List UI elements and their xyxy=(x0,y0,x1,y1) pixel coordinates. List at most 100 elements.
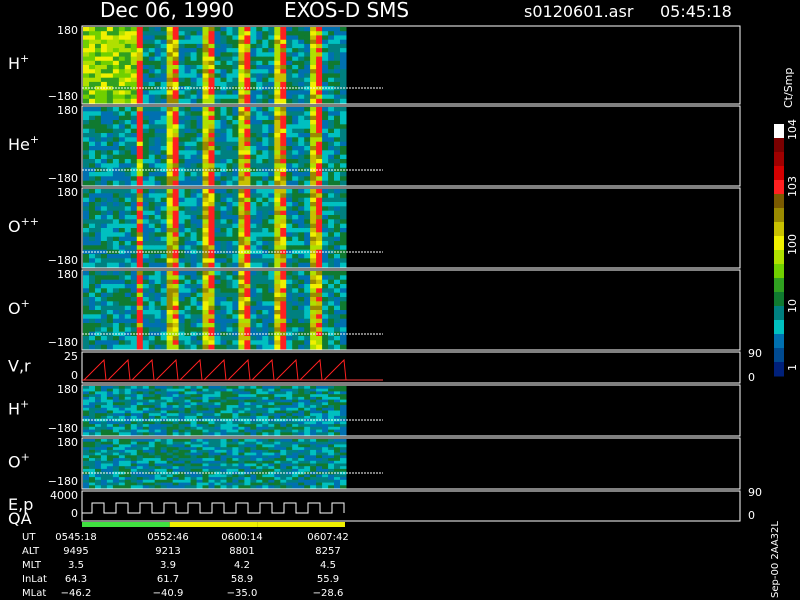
spectrogram-cell xyxy=(250,254,257,259)
spectrogram-cell xyxy=(250,210,257,216)
spectrogram-cell xyxy=(214,402,221,406)
spectrogram-cell xyxy=(316,236,323,242)
spectrogram-cell xyxy=(184,336,192,341)
spectrogram-cell xyxy=(172,479,180,483)
spectrogram-cell xyxy=(118,73,126,79)
spectrogram-cell xyxy=(322,98,329,104)
spectrogram-cell xyxy=(322,120,329,125)
spectrogram-cell xyxy=(118,310,126,315)
spectrogram-cell xyxy=(316,206,323,212)
spectrogram-cell xyxy=(130,402,138,406)
spectrogram-cell xyxy=(118,444,126,448)
spectrogram-cell xyxy=(292,318,299,324)
spectrogram-cell xyxy=(298,52,305,57)
spectrogram-cell xyxy=(316,35,323,41)
spectrogram-cell xyxy=(142,236,150,242)
spectrogram-cell xyxy=(166,314,174,320)
spectrogram-cell xyxy=(274,210,281,216)
spectrogram-cell xyxy=(268,241,275,246)
spectrogram-cell xyxy=(250,215,257,220)
spectrogram-cell xyxy=(202,455,209,459)
spectrogram-cell xyxy=(196,344,204,350)
spectrogram-cell xyxy=(334,223,341,229)
spectrogram-cell xyxy=(208,485,215,489)
spectrogram-cell xyxy=(196,90,204,95)
spectrogram-cell xyxy=(250,391,257,395)
spectrogram-cell xyxy=(124,172,132,177)
spectrogram-cell xyxy=(316,455,323,459)
spectrogram-cell xyxy=(310,262,317,268)
spectrogram-cell xyxy=(130,81,138,87)
spectrogram-cell xyxy=(298,137,305,143)
spectrogram-cell xyxy=(208,292,215,298)
spectrogram-cell xyxy=(166,254,174,259)
panel-right-bottom: 0 xyxy=(748,371,755,384)
spectrogram-cell xyxy=(196,468,204,473)
spectrogram-cell xyxy=(334,107,341,112)
spectrogram-cell xyxy=(232,479,239,483)
spectrogram-cell xyxy=(214,219,221,225)
spectrogram-cell xyxy=(286,48,293,53)
spectrogram-cell xyxy=(316,262,323,268)
spectrogram-cell xyxy=(208,111,215,117)
spectrogram-cell xyxy=(95,241,102,246)
spectrogram-cell xyxy=(184,163,192,169)
spectrogram-cell xyxy=(160,344,168,350)
spectrogram-cell xyxy=(202,479,209,483)
spectrogram-cell xyxy=(184,485,192,489)
spectrogram-cell xyxy=(232,163,239,169)
spectrogram-cell xyxy=(334,219,341,225)
spectrogram-cell xyxy=(130,301,138,307)
spectrogram-cell xyxy=(268,107,275,112)
spectrogram-cell xyxy=(100,141,108,147)
spectrogram-cell xyxy=(196,150,204,156)
spectrogram-cell xyxy=(142,344,150,350)
spectrogram-cell xyxy=(286,327,293,333)
spectrogram-cell xyxy=(292,48,299,53)
spectrogram-cell xyxy=(118,245,126,251)
spectrogram-cell xyxy=(106,426,114,430)
spectrogram-cell xyxy=(262,172,269,177)
spectrogram-cell xyxy=(220,323,227,328)
spectrogram-cell xyxy=(232,245,239,251)
spectrogram-cell xyxy=(100,262,108,268)
spectrogram-cell xyxy=(106,479,114,483)
spectrogram-cell xyxy=(184,172,192,177)
spectrogram-cell xyxy=(220,279,227,285)
spectrogram-cell xyxy=(340,202,347,207)
spectrogram-cell xyxy=(238,124,245,130)
spectrogram-cell xyxy=(208,27,215,32)
spectrogram-cell xyxy=(100,271,108,276)
spectrogram-cell xyxy=(340,340,347,346)
spectrogram-cell xyxy=(178,262,186,268)
spectrogram-cell xyxy=(142,245,150,251)
spectrogram-cell xyxy=(286,69,293,74)
spectrogram-cell xyxy=(226,202,233,207)
spectrogram-cell xyxy=(184,232,192,238)
spectrogram-cell xyxy=(112,432,120,436)
spectrogram-cell xyxy=(274,176,281,182)
spectrogram-cell xyxy=(154,297,162,302)
spectrogram-cell xyxy=(172,288,180,294)
spectrogram-cell xyxy=(184,73,192,79)
spectrogram-cell xyxy=(220,107,227,112)
spectrogram-cell xyxy=(286,176,293,182)
spectrogram-cell xyxy=(202,146,209,151)
spectrogram-cell xyxy=(244,323,251,328)
spectrogram-cell xyxy=(190,159,198,164)
spectrogram-cell xyxy=(274,128,281,134)
spectrogram-cell xyxy=(124,340,132,346)
spectrogram-cell xyxy=(244,391,251,395)
spectrogram-cell xyxy=(232,206,239,212)
spectrogram-cell xyxy=(334,228,341,233)
spectrogram-cell xyxy=(142,69,150,74)
colorbar-segment xyxy=(774,334,784,349)
spectrogram-cell xyxy=(286,284,293,289)
spectrogram-cell xyxy=(124,73,132,79)
spectrogram-cell xyxy=(316,468,323,473)
spectrogram-cell xyxy=(310,444,317,448)
spectrogram-cell xyxy=(262,279,269,285)
spectrogram-cell xyxy=(130,197,138,203)
spectrogram-cell xyxy=(322,60,329,66)
spectrogram-cell xyxy=(148,98,156,104)
